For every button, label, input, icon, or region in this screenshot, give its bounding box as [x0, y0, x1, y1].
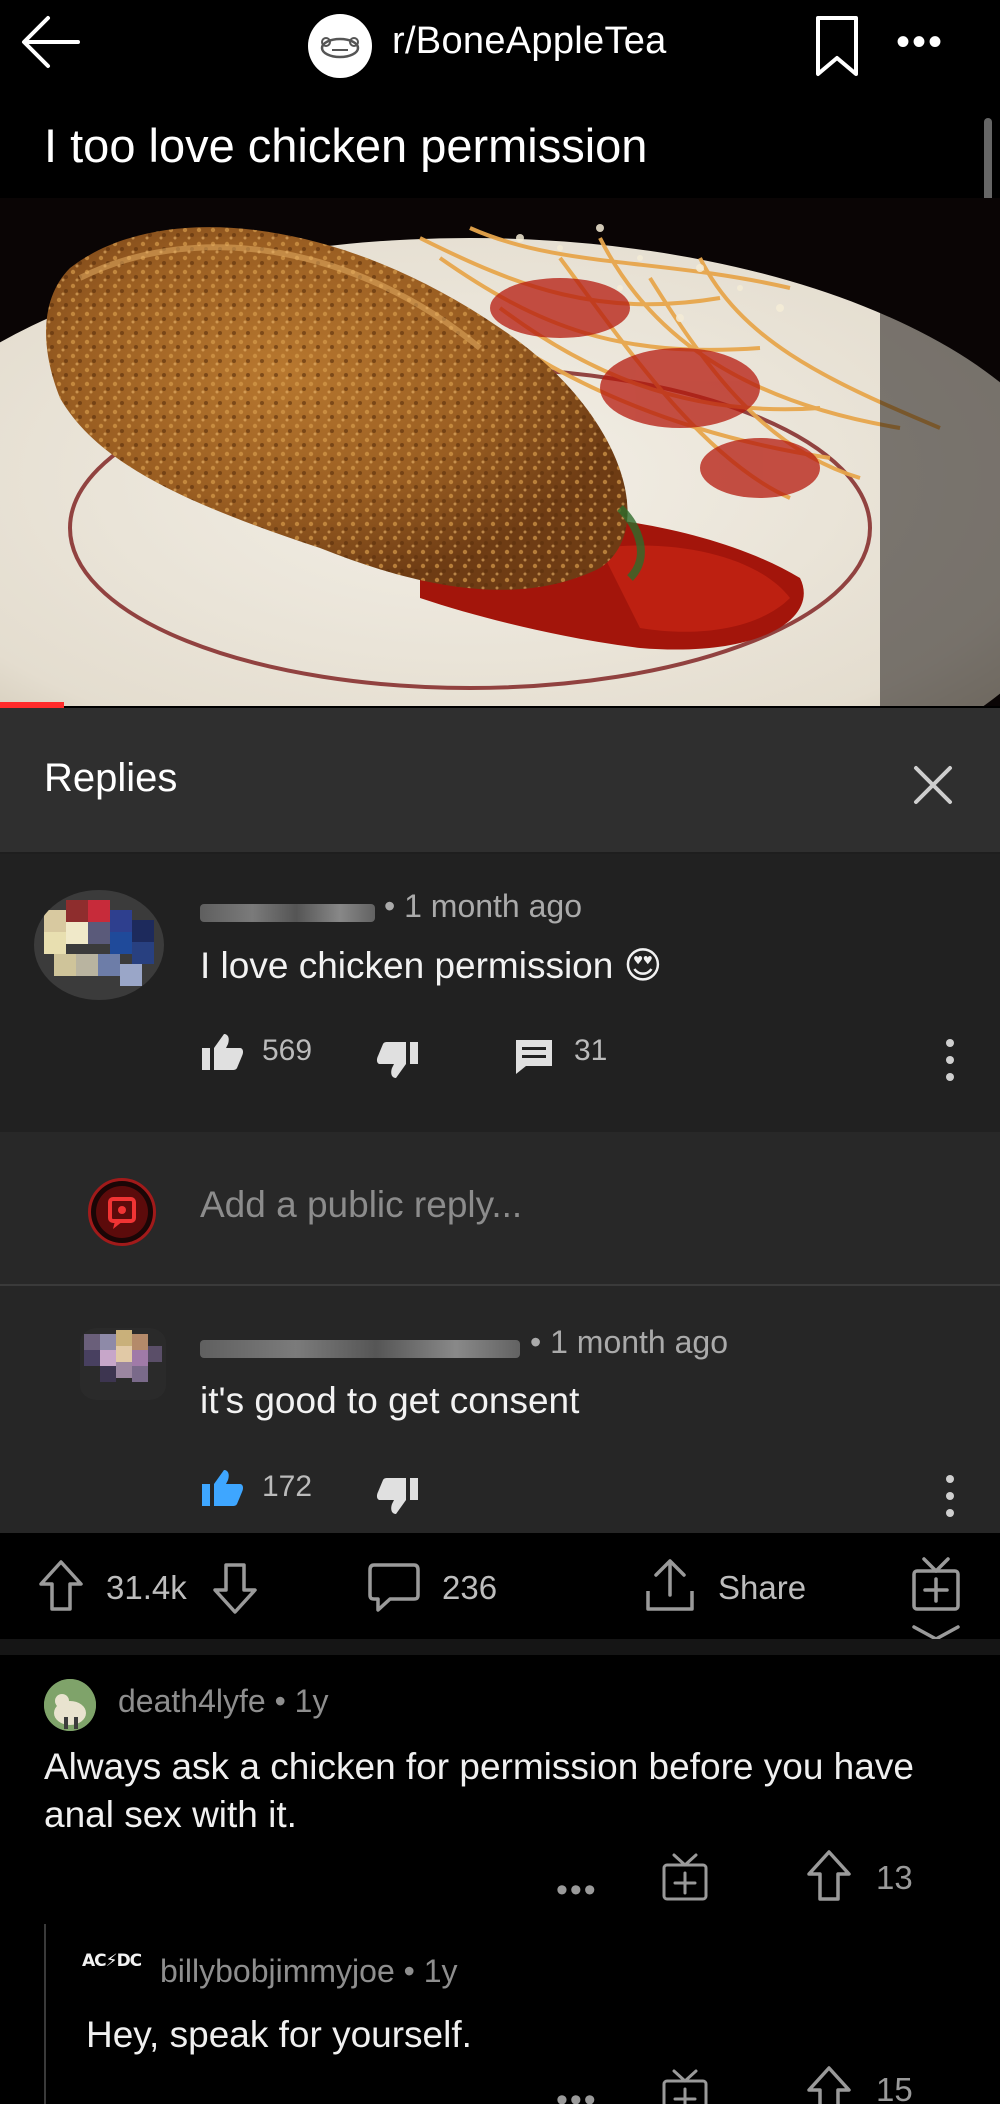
add-reply-box[interactable]: Add a public reply...	[0, 1132, 1000, 1286]
thumbs-down-icon[interactable]	[376, 1040, 420, 1080]
comment-count: 236	[442, 1569, 498, 1606]
post-action-bar: 31.4k 236 Share	[0, 1533, 1000, 1639]
reddit-reply: AC⚡DC billybobjimmyjoe • 1y Hey, speak f…	[0, 1925, 1000, 2104]
more-options-icon[interactable]: •••	[556, 2081, 598, 2104]
award-icon[interactable]	[660, 1851, 710, 1903]
blurred-username	[200, 1340, 520, 1358]
blurred-username	[200, 904, 375, 922]
divider	[0, 1639, 1000, 1655]
bookmark-icon[interactable]	[812, 14, 862, 80]
comment-meta: • 1 month ago	[384, 888, 582, 924]
award-icon[interactable]	[660, 2067, 710, 2104]
downvote-icon[interactable]	[212, 1561, 258, 1615]
chicken-parmesan-photo[interactable]	[0, 198, 1000, 706]
comment-age: • 1y	[274, 1683, 329, 1719]
replies-panel: Replies • 1 month ago I love chicken per…	[0, 708, 1000, 1533]
user-avatar	[88, 1178, 156, 1246]
comment-votes: 15	[876, 2071, 913, 2104]
subreddit-name[interactable]: r/BoneAppleTea	[392, 20, 667, 63]
arrow-left-icon[interactable]	[18, 12, 88, 72]
thumbs-down-icon[interactable]	[376, 1476, 420, 1516]
replies-header: Replies	[0, 708, 1000, 854]
upvote-icon[interactable]	[38, 1559, 84, 1613]
heart-eyes-emoji: 😍	[623, 945, 663, 986]
comment-author: death4lyfe • 1y	[118, 1683, 328, 1720]
acdc-logo-text: AC⚡DC	[82, 1951, 142, 1971]
avatar[interactable]	[80, 1328, 166, 1400]
comment-text-body: I love chicken permission	[200, 945, 614, 986]
upvote-count: 31.4k	[106, 1569, 187, 1606]
comment-age: • 1y	[403, 1953, 458, 1989]
comment-icon[interactable]	[368, 1561, 420, 1613]
avatar[interactable]: AC⚡DC	[82, 1951, 142, 2001]
scrollbar[interactable]	[984, 118, 992, 210]
top-bar: r/BoneAppleTea •••	[0, 0, 1000, 100]
like-count: 569	[262, 1034, 313, 1067]
share-icon[interactable]	[644, 1557, 696, 1613]
replies-title: Replies	[44, 756, 178, 800]
award-icon[interactable]	[910, 1555, 962, 1613]
more-options-icon[interactable]: •••	[556, 1871, 598, 1910]
reddit-comment: death4lyfe • 1y Always ask a chicken for…	[0, 1655, 1000, 1925]
comment-body: Hey, speak for yourself.	[86, 2014, 472, 2055]
comment-username[interactable]: death4lyfe	[118, 1683, 266, 1719]
comment-text: it's good to get consent	[200, 1380, 580, 1421]
post-title: I too love chicken permission	[44, 119, 648, 172]
avatar[interactable]	[44, 1679, 96, 1731]
avatar[interactable]	[34, 890, 164, 1000]
comment-username[interactable]: billybobjimmyjoe	[160, 1953, 395, 1989]
thumbs-up-icon[interactable]	[200, 1032, 244, 1072]
comment-meta: • 1 month ago	[530, 1324, 728, 1360]
upvote-icon[interactable]	[806, 1849, 852, 1903]
reply-comment: • 1 month ago it's good to get consent 1…	[0, 1286, 1000, 1533]
reply-count: 31	[574, 1034, 608, 1067]
close-icon[interactable]	[908, 760, 958, 810]
collapse-chevron-icon[interactable]	[912, 1625, 960, 1639]
subreddit-icon[interactable]	[308, 14, 372, 78]
comment-text: I love chicken permission 😍	[200, 944, 662, 987]
comment-author: billybobjimmyjoe • 1y	[160, 1953, 458, 1990]
comment-body: Always ask a chicken for permission befo…	[44, 1746, 914, 1835]
more-horizontal-icon[interactable]: •••	[896, 20, 944, 65]
share-label[interactable]: Share	[718, 1569, 806, 1607]
reply-comment-icon[interactable]	[514, 1038, 554, 1076]
comment-options-icon[interactable]	[946, 1038, 954, 1082]
like-count: 172	[262, 1470, 313, 1503]
comment-votes: 13	[876, 1859, 913, 1896]
comment-options-icon[interactable]	[946, 1474, 954, 1518]
reply-input[interactable]: Add a public reply...	[200, 1184, 522, 1226]
top-comment: • 1 month ago I love chicken permission …	[0, 854, 1000, 1132]
upvote-icon[interactable]	[806, 2065, 852, 2104]
thumbs-up-filled-icon[interactable]	[200, 1468, 244, 1508]
